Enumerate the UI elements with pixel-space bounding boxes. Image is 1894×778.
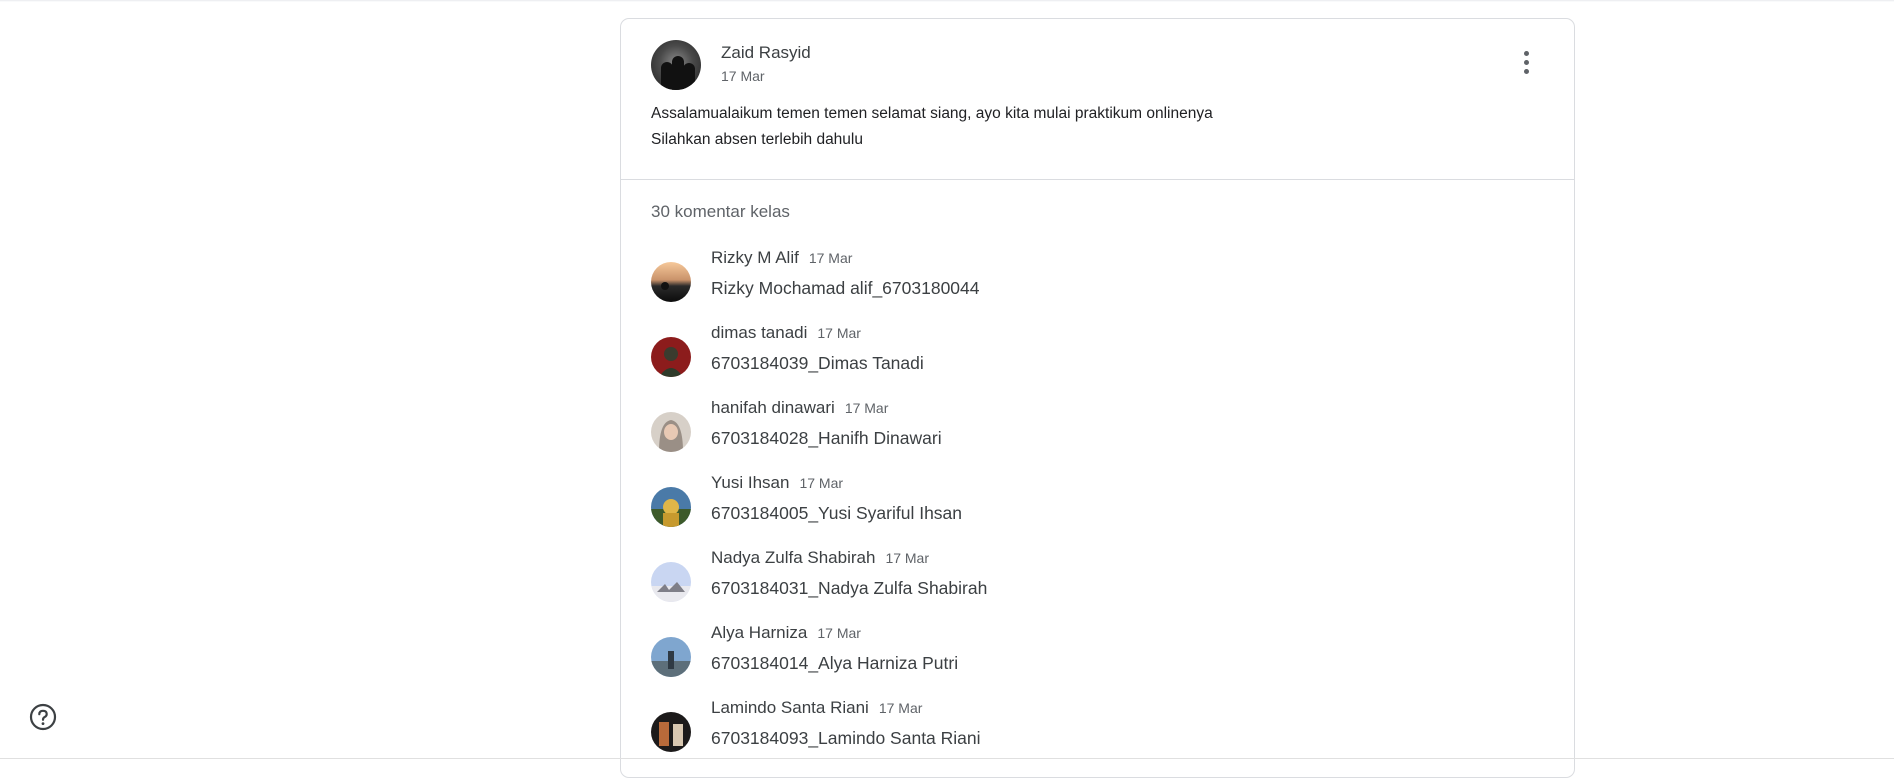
comment-date: 17 Mar [799,475,844,491]
post-author[interactable]: Zaid Rasyid [721,43,811,63]
comment-date: 17 Mar [817,325,861,341]
comment-header: Nadya Zulfa Shabirah 17 Mar [711,548,929,568]
comment-author[interactable]: Rizky M Alif [711,248,799,268]
avatar [651,262,691,302]
comment-header: Lamindo Santa Riani 17 Mar [711,698,922,718]
comment-author[interactable]: hanifah dinawari [711,398,835,418]
avatar [651,337,691,377]
post-body-line: Assalamualaikum temen temen selamat sian… [651,105,1213,122]
comment-header: Alya Harniza 17 Mar [711,623,861,643]
comment-date: 17 Mar [885,550,930,566]
comment-date: 17 Mar [844,400,889,416]
help-circle-icon[interactable] [28,702,58,732]
post-date: 17 Mar [721,68,765,84]
comment-item: dimas tanadi 17 Mar 6703184039_Dimas Tan… [651,323,1544,398]
comment-text: 6703184039_Dimas Tanadi [711,353,924,373]
avatar [651,712,691,752]
post-body-line: Silahkan absen terlebih dahulu [651,131,863,148]
post-body: Assalamualaikum temen temen selamat sian… [651,101,1213,153]
comment-item: hanifah dinawari 17 Mar 6703184028_Hanif… [651,398,1544,473]
comment-text: 6703184093_Lamindo Santa Riani [711,728,981,748]
comment-author[interactable]: Lamindo Santa Riani [711,698,869,718]
comment-text: 6703184028_Hanifh Dinawari [711,428,942,448]
comments-count-link[interactable]: 30 komentar kelas [651,202,1544,226]
top-divider [0,0,1894,2]
avatar [651,412,691,452]
comment-author[interactable]: Yusi Ihsan [711,473,789,493]
comment-item: Yusi Ihsan 17 Mar 6703184005_Yusi Syarif… [651,473,1544,548]
comment-item: Alya Harniza 17 Mar 6703184014_Alya Harn… [651,623,1544,698]
comment-item: Nadya Zulfa Shabirah 17 Mar 6703184031_N… [651,548,1544,623]
comment-date: 17 Mar [808,250,853,266]
comment-author[interactable]: dimas tanadi [711,323,807,343]
comment-header: Rizky M Alif 17 Mar [711,248,852,268]
comment-item: Rizky M Alif 17 Mar Rizky Mochamad alif_… [651,248,1544,323]
comment-text: 6703184005_Yusi Syariful Ihsan [711,503,963,523]
comment-header: hanifah dinawari 17 Mar [711,398,888,418]
comment-text: 6703184031_Nadya Zulfa Shabirah [711,578,988,598]
comment-header: dimas tanadi 17 Mar [711,323,861,343]
announcement-post: Zaid Rasyid 17 Mar Assalamualaikum temen… [621,19,1574,180]
comment-list: Rizky M Alif 17 Mar Rizky Mochamad alif_… [651,248,1544,773]
comment-date: 17 Mar [878,700,923,716]
avatar [651,562,691,602]
avatar [651,487,691,527]
more-vert-icon[interactable] [1514,47,1538,77]
avatar [651,637,691,677]
comment-text: Rizky Mochamad alif_6703180044 [711,278,980,298]
comment-header: Yusi Ihsan 17 Mar [711,473,843,493]
comment-text: 6703184014_Alya Harniza Putri [711,653,959,673]
comment-date: 17 Mar [817,625,861,641]
post-card: Zaid Rasyid 17 Mar Assalamualaikum temen… [620,18,1575,778]
class-comments: 30 komentar kelas Rizky M Alif 17 Mar Ri… [621,180,1574,777]
comment-item: Lamindo Santa Riani 17 Mar 6703184093_La… [651,698,1544,773]
avatar[interactable] [651,40,701,90]
comment-author[interactable]: Nadya Zulfa Shabirah [711,548,875,568]
comment-author[interactable]: Alya Harniza [711,623,807,643]
